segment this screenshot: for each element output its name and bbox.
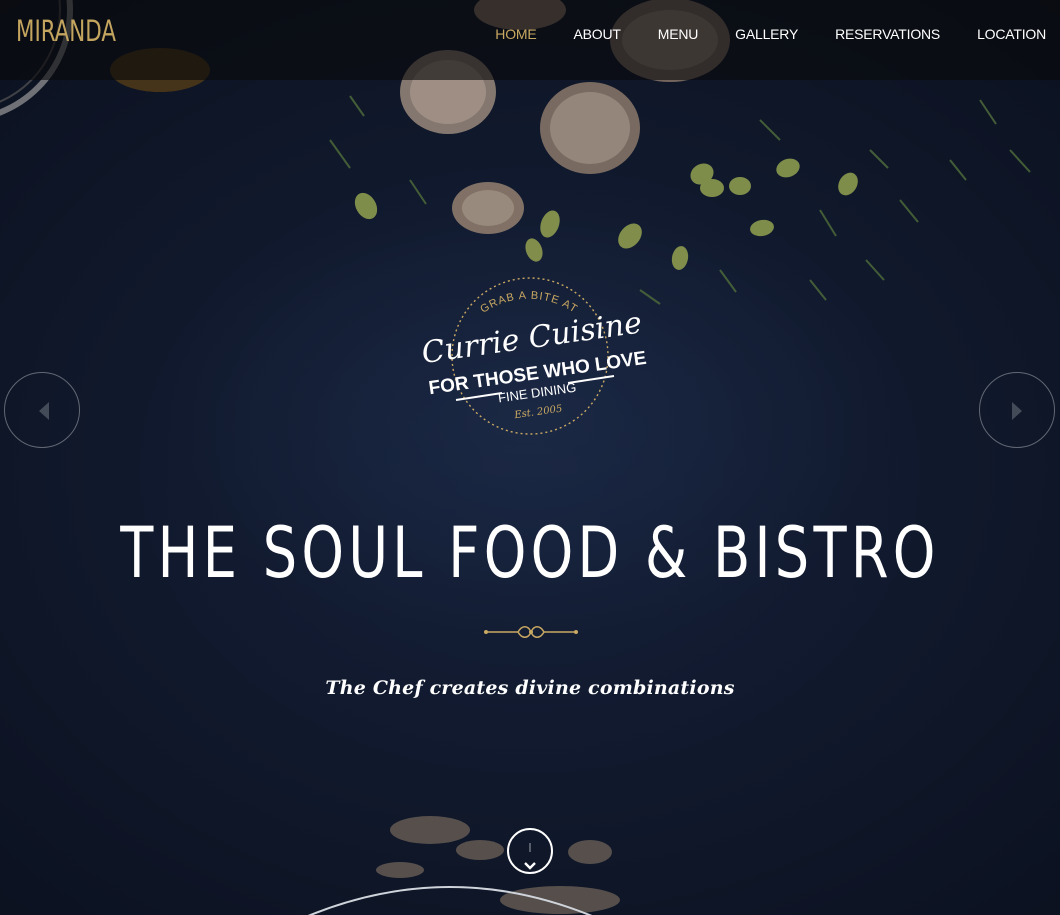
badge-top-line: GRAB A BITE AT — [478, 290, 579, 316]
hero-tagline: The Chef creates divine combinations — [325, 677, 735, 699]
ornament-divider — [484, 626, 578, 638]
next-slide-button[interactable] — [979, 372, 1055, 448]
hero-section: MIRANDA HOME ABOUT MENU GALLERY RESERVAT… — [0, 0, 1060, 915]
nav-item-reservations[interactable]: RESERVATIONS — [835, 26, 940, 42]
nav-item-about[interactable]: ABOUT — [574, 26, 621, 42]
top-navbar: MIRANDA HOME ABOUT MENU GALLERY RESERVAT… — [0, 0, 1060, 80]
chevron-left-icon — [39, 402, 49, 420]
brand-logo[interactable]: MIRANDA — [16, 14, 116, 48]
nav-item-menu[interactable]: MENU — [658, 26, 699, 42]
chevron-right-icon — [1012, 402, 1022, 420]
main-nav: HOME ABOUT MENU GALLERY RESERVATIONS LOC… — [458, 26, 1046, 42]
food-decoration — [0, 0, 1031, 914]
svg-text:GRAB A BITE AT: GRAB A BITE AT — [478, 290, 580, 316]
plate-edge — [307, 886, 593, 915]
nav-item-gallery[interactable]: GALLERY — [735, 26, 798, 42]
prev-slide-button[interactable] — [4, 372, 80, 448]
hero-headline: THE SOUL FOOD & BISTRO — [120, 512, 940, 594]
chevron-down-icon — [524, 843, 536, 870]
restaurant-badge: GRAB A BITE AT Currie Cuisine FOR THOSE … — [420, 277, 648, 435]
nav-item-location[interactable]: LOCATION — [977, 26, 1046, 42]
scroll-down-button[interactable] — [507, 828, 553, 874]
nav-item-home[interactable]: HOME — [495, 26, 536, 42]
badge-est: Est. 2005 — [513, 404, 563, 422]
